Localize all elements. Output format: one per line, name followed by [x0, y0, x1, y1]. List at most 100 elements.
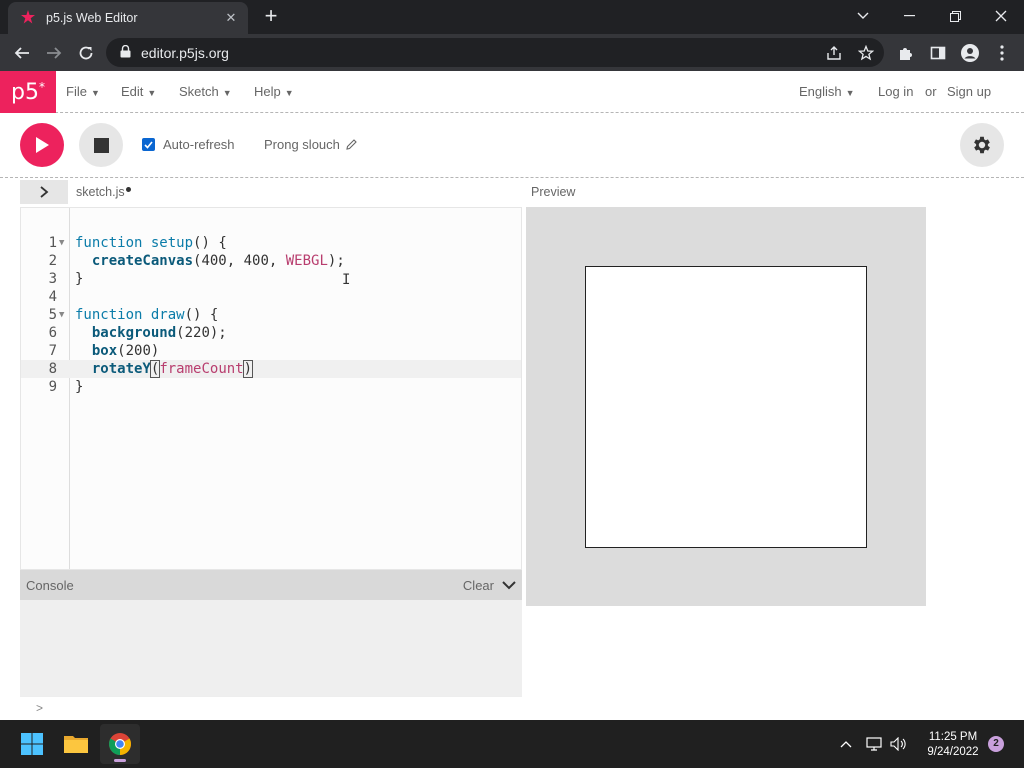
unsaved-dot-icon: [125, 187, 131, 192]
menu-edit[interactable]: Edit ▼: [121, 84, 156, 99]
line-number: 5: [48, 307, 57, 323]
tab-title: p5.js Web Editor: [46, 11, 138, 25]
code-line[interactable]: 6 background(220);: [21, 324, 521, 342]
language-label: English: [799, 84, 842, 99]
url-text: editor.p5js.org: [141, 44, 229, 61]
line-number: 7: [48, 343, 57, 359]
start-button[interactable]: [12, 724, 52, 764]
logo-asterisk: *: [38, 80, 45, 94]
menu-file-label: File: [66, 84, 87, 99]
menu-sketch[interactable]: Sketch ▼: [179, 84, 232, 99]
code-line-active[interactable]: 8 rotateY(frameCount): [21, 360, 521, 378]
code-text: }: [75, 379, 84, 395]
console-header: Console Clear: [20, 570, 522, 600]
lock-icon[interactable]: [120, 44, 131, 61]
or-text: or: [925, 84, 937, 99]
code-line[interactable]: 9 }: [21, 378, 521, 396]
code-text: createCanvas(400, 400, WEBGL);: [91, 253, 345, 269]
side-panel-icon[interactable]: [927, 42, 949, 64]
chrome-taskbar-button[interactable]: [100, 724, 140, 764]
console-input[interactable]: >: [20, 696, 522, 720]
chevron-right-icon: [40, 186, 49, 198]
extensions-puzzle-icon[interactable]: [895, 42, 917, 64]
sketch-name-button[interactable]: Prong slouch: [264, 137, 357, 152]
caret-down-icon: ▼: [147, 88, 157, 98]
notification-badge[interactable]: 2: [988, 736, 1004, 752]
console-output: [20, 600, 522, 696]
browser-toolbar: editor.p5js.org: [0, 34, 1024, 71]
code-text: rotateY(frameCount): [91, 360, 254, 378]
auto-refresh-toggle[interactable]: Auto-refresh: [142, 137, 235, 152]
tab-close-icon[interactable]: ✕: [222, 10, 240, 26]
code-line[interactable]: 1 ▼ function setup() {: [21, 234, 521, 252]
line-number: 1: [48, 235, 57, 251]
code-text: function draw() {: [75, 307, 219, 323]
reload-button[interactable]: [72, 39, 100, 67]
caret-down-icon: ▼: [90, 88, 100, 98]
code-line[interactable]: 3 }: [21, 270, 521, 288]
restore-button[interactable]: [932, 0, 978, 32]
code-line[interactable]: 7 box(200): [21, 342, 521, 360]
browser-tab[interactable]: p5.js Web Editor ✕: [8, 2, 248, 34]
fold-arrow-icon[interactable]: ▼: [59, 234, 64, 252]
line-number: 8: [48, 361, 57, 377]
chrome-menu-icon[interactable]: [991, 42, 1013, 64]
stop-icon: [93, 137, 109, 153]
text-cursor-icon: I: [342, 272, 351, 288]
menu-help[interactable]: Help ▼: [254, 84, 294, 99]
file-name: sketch.js: [76, 185, 125, 199]
tab-search-icon[interactable]: [840, 0, 886, 32]
menu-help-label: Help: [254, 84, 281, 99]
menu-file[interactable]: File ▼: [66, 84, 100, 99]
network-icon[interactable]: [864, 734, 884, 754]
play-button[interactable]: [20, 123, 64, 167]
sidebar-expand-button[interactable]: [20, 180, 68, 204]
p5-logo[interactable]: p5 *: [0, 71, 56, 113]
minimize-button[interactable]: [886, 0, 932, 32]
windows-taskbar: 11:25 PM 9/24/2022 2: [0, 720, 1024, 768]
sketch-canvas[interactable]: [585, 266, 867, 548]
code-line[interactable]: 2 createCanvas(400, 400, WEBGL);: [21, 252, 521, 270]
forward-button[interactable]: [40, 39, 68, 67]
fold-arrow-icon[interactable]: ▼: [59, 306, 64, 324]
show-hidden-icons-chevron-icon[interactable]: [836, 734, 856, 754]
code-editor[interactable]: 1 ▼ function setup() { 2 createCanvas(40…: [20, 207, 522, 570]
back-button[interactable]: [8, 39, 36, 67]
play-icon: [36, 137, 49, 153]
line-number: 6: [48, 325, 57, 341]
console-title: Console: [26, 577, 74, 593]
collapse-console-chevron-icon[interactable]: [502, 578, 516, 593]
preview-pane: [526, 207, 926, 606]
stop-button[interactable]: [79, 123, 123, 167]
file-explorer-button[interactable]: [56, 724, 96, 764]
new-tab-button[interactable]: +: [260, 5, 282, 29]
address-bar[interactable]: editor.p5js.org: [106, 38, 884, 67]
close-window-button[interactable]: [978, 0, 1024, 32]
settings-button[interactable]: [960, 123, 1004, 167]
chrome-icon: [109, 733, 131, 755]
code-text: background(220);: [91, 325, 227, 341]
login-link[interactable]: Log in: [878, 84, 913, 99]
code-line[interactable]: 5 ▼ function draw() {: [21, 306, 521, 324]
file-tab-sketch[interactable]: sketch.js: [76, 185, 131, 199]
profile-icon[interactable]: [959, 42, 981, 64]
taskbar-clock[interactable]: 11:25 PM 9/24/2022: [918, 730, 988, 760]
preview-label: Preview: [531, 185, 576, 199]
share-icon[interactable]: [823, 42, 845, 64]
caret-down-icon: ▼: [284, 88, 294, 98]
windows-logo-icon: [21, 733, 43, 755]
language-menu[interactable]: English ▼: [799, 84, 855, 99]
sketch-name: Prong slouch: [264, 137, 340, 152]
bookmark-star-icon[interactable]: [855, 42, 877, 64]
volume-icon[interactable]: [889, 734, 909, 754]
code-line[interactable]: 4: [21, 288, 521, 306]
signup-link[interactable]: Sign up: [947, 84, 991, 99]
line-number: 9: [48, 379, 57, 395]
logo-text: p5: [11, 79, 39, 105]
p5-toolbar: Auto-refresh Prong slouch: [0, 113, 1024, 178]
auto-refresh-label: Auto-refresh: [163, 137, 235, 152]
caret-down-icon: ▼: [222, 88, 232, 98]
console-clear-button[interactable]: Clear: [463, 578, 494, 593]
active-indicator: [114, 759, 126, 762]
auto-refresh-checkbox[interactable]: [142, 138, 155, 151]
